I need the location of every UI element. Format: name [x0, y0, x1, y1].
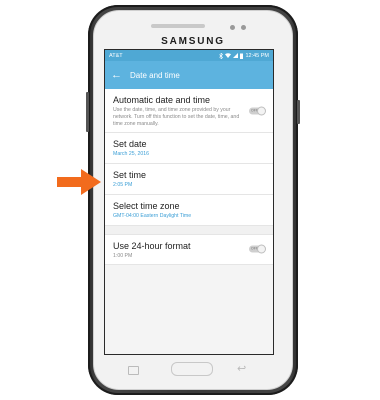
24-hour-format-toggle[interactable]: OFF	[249, 244, 266, 254]
bluetooth-icon	[219, 52, 224, 59]
page-title: Date and time	[130, 70, 180, 80]
setting-title: Use 24-hour format	[113, 240, 191, 251]
toggle-knob	[257, 106, 266, 116]
screen: AT&T 12:45 PM ← Date and time Automatic …	[104, 49, 274, 355]
volume-button	[86, 92, 89, 132]
setting-value: March 25, 2016	[113, 151, 150, 158]
setting-value: 1:00 PM	[113, 252, 133, 259]
orange-arrow-icon	[57, 169, 101, 195]
toggle-knob	[257, 244, 266, 254]
settings-list: Automatic date and time Use the date, ti…	[105, 89, 273, 266]
setting-title: Set date	[113, 139, 147, 150]
power-button	[297, 100, 300, 124]
carrier-label: AT&T	[109, 52, 123, 59]
status-icons: 12:45 PM	[219, 52, 269, 59]
section-divider	[105, 225, 273, 235]
setting-description: Use the date, time, and time zone provid…	[113, 107, 240, 127]
setting-automatic-date-time[interactable]: Automatic date and time Use the date, ti…	[105, 89, 273, 134]
setting-value: 2:05 PM	[113, 182, 133, 188]
earpiece-speaker	[151, 24, 205, 28]
recent-apps-icon[interactable]	[128, 366, 139, 375]
status-bar: AT&T 12:45 PM	[105, 50, 273, 61]
setting-value: GMT-04:00 Eastern Daylight Time	[113, 212, 192, 219]
back-key-icon[interactable]: ↩	[237, 362, 246, 375]
app-bar: ← Date and time	[105, 61, 273, 89]
automatic-date-time-toggle[interactable]: OFF	[249, 106, 266, 116]
setting-title: Set time	[113, 170, 147, 180]
battery-icon	[240, 53, 244, 59]
signal-icon	[233, 53, 239, 58]
setting-24-hour-format[interactable]: Use 24-hour format 1:00 PM OFF	[105, 235, 273, 266]
setting-title: Select time zone	[113, 200, 180, 211]
wifi-icon	[225, 53, 232, 58]
home-button[interactable]	[171, 362, 213, 376]
setting-select-time-zone[interactable]: Select time zone GMT-04:00 Eastern Dayli…	[105, 195, 273, 226]
setting-set-time[interactable]: Set time 2:05 PM	[105, 164, 273, 195]
front-camera	[230, 25, 235, 30]
back-arrow-icon[interactable]: ←	[111, 69, 122, 81]
brand-logo: SAMSUNG	[161, 36, 225, 47]
proximity-sensor	[241, 25, 246, 30]
setting-set-date[interactable]: Set date March 25, 2016	[105, 133, 273, 164]
status-time: 12:45 PM	[245, 52, 269, 59]
setting-title: Automatic date and time	[113, 95, 211, 105]
